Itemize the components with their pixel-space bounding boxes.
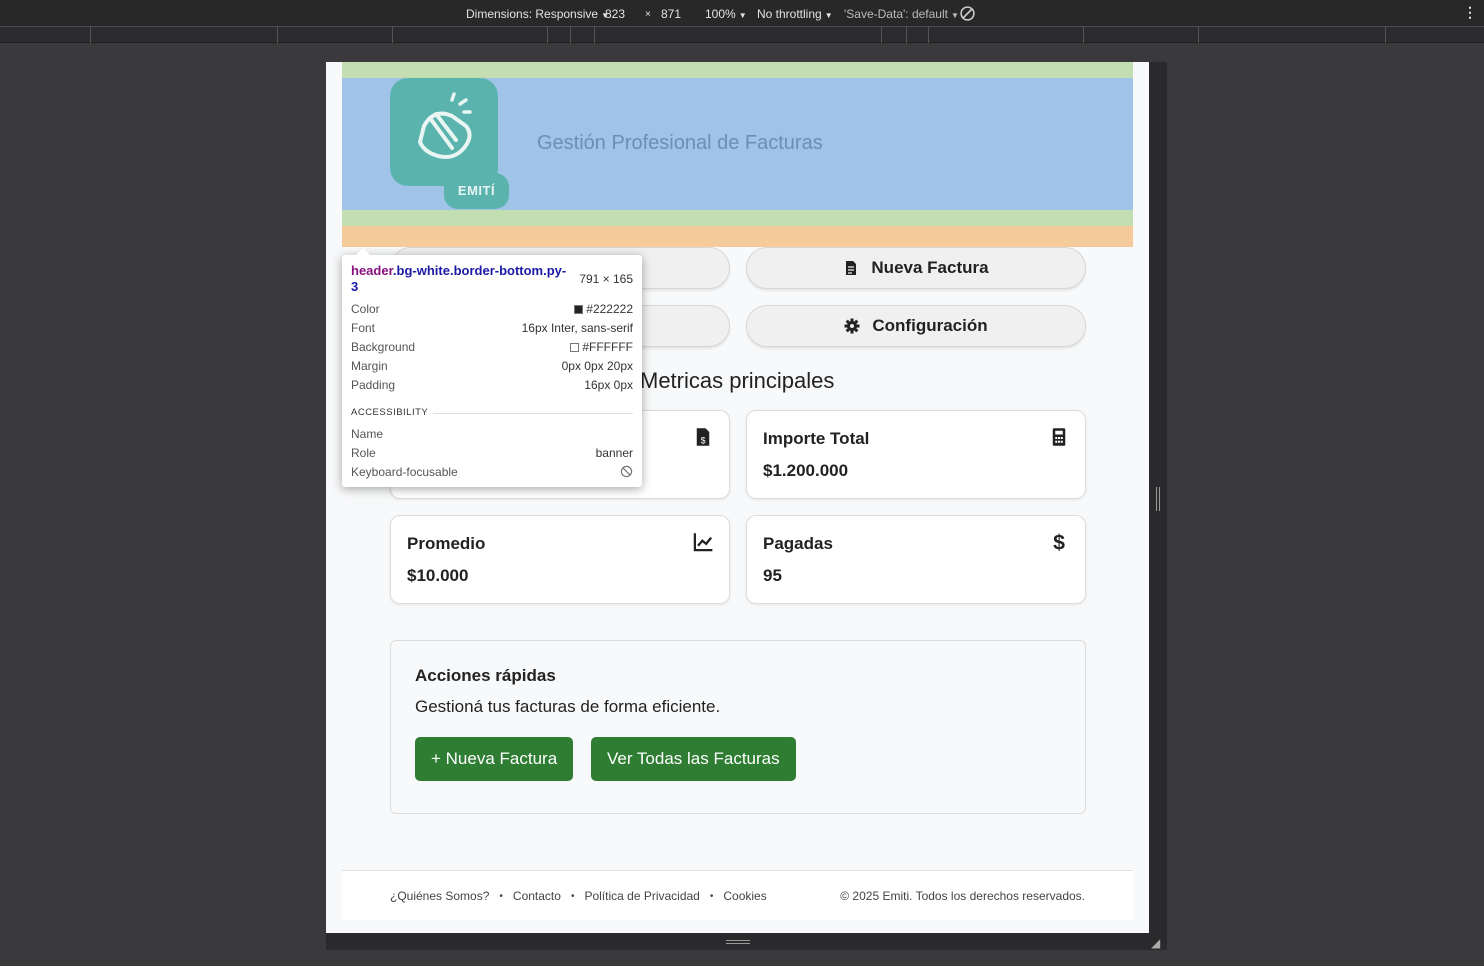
row-key: Name [351, 427, 384, 441]
svg-text:$: $ [701, 435, 706, 445]
zoom-dropdown[interactable]: 100% ▼ [705, 7, 747, 21]
inspector-row-focusable: Keyboard-focusable [351, 465, 633, 481]
devtools-device-toolbar: Dimensions: Responsive ▼ 823 × 871 100% ▼ … [0, 0, 1484, 27]
inspector-row-margin: Margin 0px 0px 20px [351, 359, 633, 375]
quick-actions-card: Acciones rápidas Gestioná tus facturas d… [390, 640, 1086, 814]
footer-link-contact[interactable]: Contacto [513, 889, 561, 903]
footer-separator: • [570, 890, 575, 902]
row-value: 0px 0px 20px [561, 359, 633, 373]
accessibility-title: ACCESSIBILITY [351, 407, 429, 418]
inspector-row-padding: Padding 16px 0px [351, 378, 633, 394]
file-icon [846, 261, 857, 275]
accessibility-heading: ACCESSIBILITY [351, 407, 633, 418]
inspector-row-font: Font 16px Inter, sans-serif [351, 321, 633, 337]
new-invoice-label: Nueva Factura [871, 258, 989, 277]
view-all-invoices-button[interactable]: Ver Todas las Facturas [591, 737, 796, 781]
color-value: #222222 [586, 302, 633, 316]
row-key: Background [351, 340, 416, 354]
quick-new-invoice-button[interactable]: + Nueva Factura [415, 737, 574, 781]
quick-actions-title: Acciones rápidas [415, 666, 556, 685]
row-key: Margin [351, 359, 388, 373]
dimensions-dropdown[interactable]: Dimensions: Responsive ▼ [466, 7, 609, 21]
gear-icon [844, 318, 860, 334]
new-invoice-button[interactable]: Nueva Factura [746, 247, 1086, 289]
dollar-icon: $ [1053, 532, 1065, 552]
metric-card-average: Promedio $10.000 [390, 515, 730, 604]
metric-card-total: Importe Total $1.200.000 [746, 410, 1086, 499]
file-invoice-dollar-icon: $ [696, 428, 710, 446]
row-value: 16px 0px [584, 378, 633, 392]
height-input[interactable]: 871 [661, 7, 681, 21]
header-padding-highlight [342, 210, 1133, 226]
times-label: × [645, 9, 651, 20]
throttling-label: No throttling [757, 7, 822, 21]
metric-value: 95 [763, 566, 782, 585]
selector-tag: header [351, 263, 393, 278]
caret-down-icon: ▼ [738, 11, 747, 20]
row-key: Font [351, 321, 376, 335]
header-padding-highlight [342, 62, 1133, 78]
hand-snap-icon [418, 92, 472, 159]
color-swatch [570, 343, 580, 352]
color-swatch [574, 305, 584, 314]
svg-text:$: $ [1053, 532, 1065, 552]
header-margin-highlight [342, 226, 1133, 247]
resize-handle-bottom[interactable] [326, 933, 1149, 950]
inspector-tooltip: header.bg-white.border-bottom.py-3 791 ×… [342, 248, 642, 487]
inspector-row-role: Role banner [351, 446, 633, 462]
metric-value: $1.200.000 [763, 461, 849, 480]
save-data-label: 'Save-Data': default [844, 7, 948, 21]
footer: ¿Quiénes Somos? • Contacto • Política de… [342, 870, 1133, 920]
row-value: #222222 [574, 302, 633, 316]
inspector-row-color: Color #222222 [351, 302, 633, 318]
zoom-label: 100% [705, 7, 736, 21]
media-query-ruler [0, 27, 1484, 43]
row-key: Role [351, 446, 376, 460]
inspector-row-name: Name [351, 427, 633, 443]
metric-card-paid: Pagadas 95 $ [746, 515, 1086, 604]
inspector-size: 791 × 165 [579, 272, 633, 286]
more-options-icon[interactable]: ⋮ [1463, 4, 1477, 21]
row-value: #FFFFFF [570, 340, 633, 354]
metric-label: Importe Total [763, 429, 870, 448]
chart-line-icon [693, 533, 713, 552]
row-key: Padding [351, 378, 396, 392]
row-key: Color [351, 302, 380, 316]
footer-separator: • [709, 890, 714, 902]
background-value: #FFFFFF [582, 340, 633, 354]
rotate-icon[interactable] [959, 5, 976, 25]
metric-label: Pagadas [763, 534, 833, 553]
header-subtitle: Gestión Profesional de Facturas [537, 132, 823, 154]
logo[interactable] [390, 78, 498, 186]
quick-actions-description: Gestioná tus facturas de forma eficiente… [415, 697, 721, 716]
resize-corner-icon[interactable]: ◢ [1151, 936, 1160, 950]
resize-handle-right[interactable] [1149, 62, 1167, 950]
logo-badge: EMITÍ [444, 173, 509, 209]
metric-label: Promedio [407, 534, 486, 553]
page-viewport: EMITÍ Gestión Profesional de Facturas Nu… [326, 62, 1149, 933]
footer-link-about[interactable]: ¿Quiénes Somos? [390, 889, 489, 903]
footer-link-privacy[interactable]: Política de Privacidad [584, 889, 699, 903]
footer-link-cookies[interactable]: Cookies [723, 889, 766, 903]
metrics-title: Metricas principales [640, 368, 835, 393]
width-input[interactable]: 823 [605, 7, 625, 21]
calculator-icon [1052, 428, 1066, 446]
dimensions-label: Dimensions: Responsive [466, 7, 599, 21]
metric-value: $10.000 [407, 566, 469, 585]
settings-label: Configuración [872, 316, 988, 335]
save-data-dropdown[interactable]: 'Save-Data': default ▼ [844, 7, 959, 21]
row-value: banner [595, 446, 633, 460]
inspector-selector: header.bg-white.border-bottom.py-3 [351, 263, 571, 295]
caret-down-icon: ▼ [824, 11, 833, 20]
caret-down-icon: ▼ [950, 11, 959, 20]
not-focusable-icon [620, 465, 633, 481]
footer-copyright: © 2025 Emiti. Todos los derechos reserva… [840, 889, 1085, 903]
row-key: Keyboard-focusable [351, 465, 458, 479]
footer-separator: • [499, 890, 503, 902]
throttling-dropdown[interactable]: No throttling ▼ [757, 7, 833, 21]
inspector-row-background: Background #FFFFFF [351, 340, 633, 356]
settings-button[interactable]: Configuración [746, 305, 1086, 347]
footer-links: ¿Quiénes Somos? • Contacto • Política de… [390, 889, 767, 903]
row-value: 16px Inter, sans-serif [521, 321, 633, 335]
